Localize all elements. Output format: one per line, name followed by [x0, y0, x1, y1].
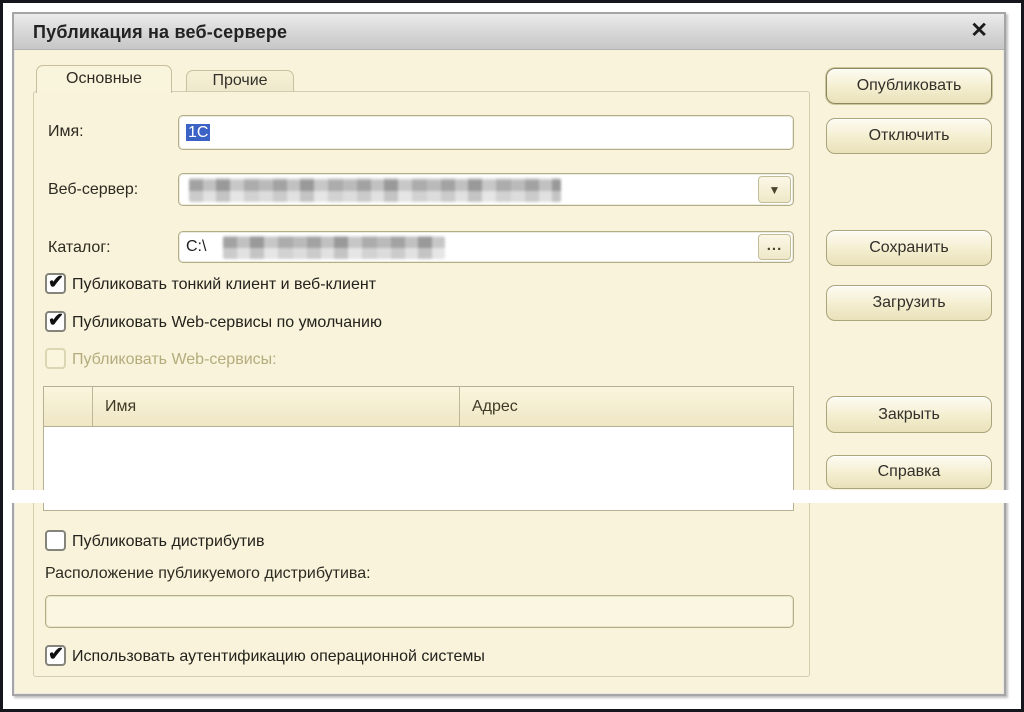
help-button[interactable]: Справка [826, 455, 992, 489]
publish-button[interactable]: Опубликовать [826, 68, 992, 104]
tab-content-panel [33, 91, 810, 677]
save-button[interactable]: Сохранить [826, 230, 992, 266]
tab-other[interactable]: Прочие [186, 70, 294, 92]
dialog-title: Публикация на веб-сервере [33, 14, 287, 50]
disconnect-button[interactable]: Отключить [826, 118, 992, 154]
publication-dialog: Публикация на веб-сервере ✕ Основные Про… [12, 12, 1006, 696]
screenshot-frame: Публикация на веб-сервере ✕ Основные Про… [0, 0, 1024, 712]
dialog-titlebar[interactable]: Публикация на веб-сервере ✕ [14, 14, 1004, 50]
load-button[interactable]: Загрузить [826, 285, 992, 321]
close-icon[interactable]: ✕ [970, 14, 988, 48]
tab-main[interactable]: Основные [36, 65, 172, 93]
close-button[interactable]: Закрыть [826, 396, 992, 433]
screenshot-splice-band [0, 490, 1024, 503]
